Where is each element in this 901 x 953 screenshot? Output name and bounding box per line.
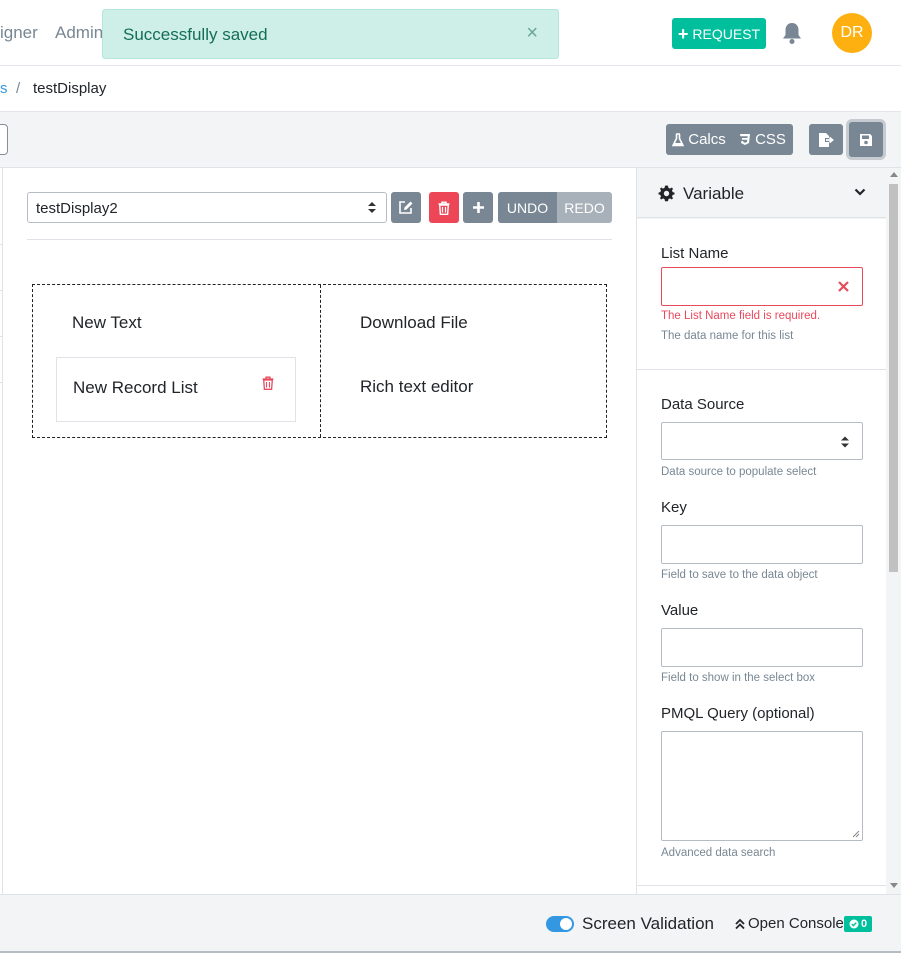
data-source-section: Data Source Data source to populate sele… — [637, 370, 886, 894]
plus-icon: + — [677, 23, 689, 44]
chevron-down-icon — [854, 188, 866, 196]
notifications-bell-icon[interactable] — [779, 20, 805, 46]
scroll-down-arrow[interactable] — [890, 883, 898, 888]
record-list-label: New Record List — [73, 378, 198, 397]
inspector-panel: Variable List Name The List Name field i… — [636, 168, 886, 894]
add-page-button[interactable] — [463, 192, 493, 223]
value-label: Value — [661, 602, 699, 619]
success-toast: Successfully saved × — [102, 9, 559, 59]
sort-caret-icon — [368, 202, 376, 213]
new-text-control[interactable]: New Text — [72, 313, 142, 333]
export-button[interactable] — [809, 124, 843, 155]
scroll-thumb[interactable] — [889, 184, 898, 572]
plus-icon — [472, 202, 484, 213]
save-button[interactable] — [849, 122, 883, 157]
rich-text-control[interactable]: Rich text editor — [360, 377, 473, 397]
key-input[interactable] — [661, 525, 863, 564]
edit-icon — [399, 201, 413, 214]
resize-grip-icon[interactable] — [853, 831, 860, 838]
undo-redo-group: UNDO REDO — [498, 192, 612, 223]
console-count: 0 — [860, 918, 868, 930]
open-console-button[interactable]: Open Console — [735, 915, 844, 932]
request-button-label: REQUEST — [692, 25, 761, 42]
toggle-knob — [560, 918, 572, 930]
nav-link-admin[interactable]: Admin — [55, 23, 103, 43]
toast-close-button[interactable]: × — [526, 22, 538, 45]
designer-toolbar: Calcs CSS — [0, 112, 901, 168]
delete-page-button[interactable] — [429, 192, 459, 223]
css3-icon — [740, 134, 751, 145]
edit-page-button[interactable] — [391, 192, 421, 223]
export-icon — [819, 132, 834, 147]
inspector-title: Variable — [683, 184, 745, 203]
inspector-header[interactable]: Variable — [637, 168, 886, 218]
status-footer: Screen Validation Open Console 0 — [0, 894, 901, 951]
calcs-button[interactable]: Calcs — [666, 124, 732, 155]
request-button[interactable]: + REQUEST — [672, 18, 766, 49]
breadcrumb-separator: / — [16, 80, 21, 97]
sort-caret-icon — [841, 436, 849, 448]
check-circle-icon — [849, 919, 859, 929]
redo-button[interactable]: REDO — [557, 192, 612, 223]
top-navbar: igner Admin Successfully saved × + REQUE… — [0, 0, 901, 66]
calcs-label: Calcs — [688, 131, 726, 148]
page-select[interactable]: testDisplay2 — [27, 192, 387, 223]
css-button[interactable]: CSS — [732, 124, 793, 155]
trash-icon[interactable] — [262, 376, 274, 393]
list-name-label: List Name — [661, 245, 729, 262]
breadcrumb-current: testDisplay — [33, 80, 107, 97]
screen-canvas — [3, 168, 636, 894]
data-source-help: Data source to populate select — [661, 466, 817, 478]
open-console-label: Open Console — [748, 915, 844, 932]
inspector-scrollbar[interactable] — [886, 168, 901, 894]
css-label: CSS — [755, 131, 786, 148]
nav-link-designer[interactable]: igner — [0, 23, 38, 43]
save-icon — [860, 133, 872, 146]
flask-icon — [672, 132, 685, 146]
scroll-up-arrow[interactable] — [890, 172, 898, 177]
toolbar-left-button[interactable] — [0, 124, 8, 155]
pmql-help: Advanced data search — [661, 847, 776, 859]
record-list-control[interactable]: New Record List — [56, 357, 296, 422]
list-name-input[interactable] — [661, 267, 863, 306]
screen-validation-label: Screen Validation — [582, 914, 714, 933]
multicolumn-container[interactable]: New Text New Record List Download File R… — [32, 284, 607, 438]
calcs-css-group: Calcs CSS — [666, 124, 793, 155]
key-help: Field to save to the data object — [661, 569, 818, 581]
page-select-value: testDisplay2 — [36, 200, 118, 217]
section-divider — [637, 885, 886, 886]
toast-message: Successfully saved — [123, 25, 268, 44]
list-name-help: The data name for this list — [661, 330, 794, 342]
double-chevron-up-icon — [735, 918, 745, 929]
breadcrumb: s / testDisplay — [0, 66, 901, 112]
column-divider — [320, 285, 321, 437]
pmql-textarea[interactable] — [661, 731, 863, 841]
trash-icon — [438, 201, 450, 215]
value-input[interactable] — [661, 628, 863, 667]
download-file-control[interactable]: Download File — [360, 313, 468, 333]
console-count-badge: 0 — [844, 916, 872, 932]
pmql-label: PMQL Query (optional) — [661, 705, 815, 722]
error-x-icon — [838, 281, 849, 292]
key-label: Key — [661, 499, 687, 516]
gear-icon — [658, 185, 675, 202]
breadcrumb-prev-link[interactable]: s — [0, 80, 8, 97]
data-source-select[interactable] — [661, 422, 863, 460]
list-name-error: The List Name field is required. — [661, 310, 821, 322]
value-help: Field to show in the select box — [661, 672, 816, 684]
canvas-divider — [27, 239, 612, 240]
data-source-label: Data Source — [661, 396, 745, 413]
undo-button[interactable]: UNDO — [498, 192, 557, 223]
screen-validation-toggle[interactable] — [546, 916, 574, 932]
user-avatar[interactable]: DR — [832, 13, 872, 53]
list-name-section: List Name The List Name field is require… — [637, 219, 886, 369]
